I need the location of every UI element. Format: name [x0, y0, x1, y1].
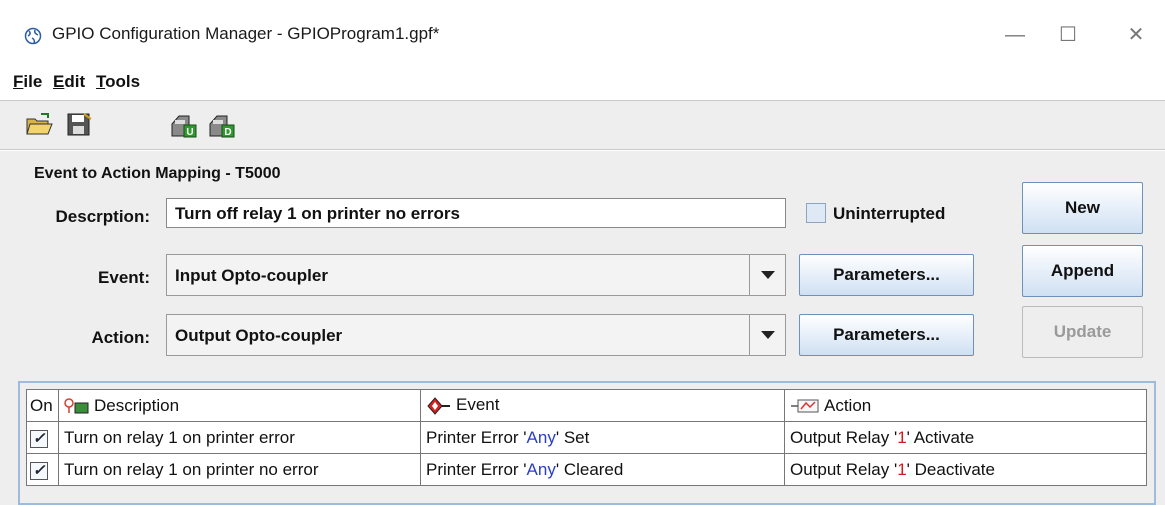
- menu-file[interactable]: File: [13, 72, 42, 92]
- row-action-suffix: ' Deactivate: [906, 459, 995, 479]
- menu-edit[interactable]: Edit: [53, 72, 85, 92]
- update-button: Update: [1022, 306, 1143, 358]
- row-event-text: Printer Error ': [426, 427, 527, 447]
- table-header-row: On Description Event Action: [26, 389, 1147, 422]
- action-parameters-button[interactable]: Parameters...: [799, 314, 974, 356]
- menu-edit-mnemonic: E: [53, 72, 65, 91]
- row-on-cell[interactable]: ✓: [26, 421, 59, 454]
- row-description: Turn on relay 1 on printer no error: [58, 453, 421, 486]
- row-action-highlight: 1: [897, 459, 907, 479]
- column-header-event-label: Event: [456, 395, 500, 415]
- action-label: Action:: [91, 328, 150, 347]
- column-header-event[interactable]: Event: [420, 389, 785, 422]
- column-header-description[interactable]: Description: [58, 389, 421, 422]
- row-event-text: Printer Error ': [426, 459, 527, 479]
- row-enabled-checkbox[interactable]: ✓: [30, 429, 48, 448]
- row-event: Printer Error 'Any' Set: [420, 421, 785, 454]
- action-dropdown[interactable]: Output Opto-coupler: [166, 314, 786, 356]
- row-action-suffix: ' Activate: [906, 427, 975, 447]
- mapping-table-frame: On Description Event Action ✓ Turn on re…: [18, 381, 1156, 505]
- row-event-highlight: Any: [526, 427, 556, 447]
- append-button[interactable]: Append: [1022, 245, 1143, 297]
- event-dropdown-value: Input Opto-coupler: [175, 266, 328, 285]
- action-icon: [791, 399, 819, 413]
- open-folder-icon[interactable]: [24, 110, 54, 140]
- column-header-on[interactable]: On: [26, 389, 59, 422]
- menu-bar: File Edit Tools: [0, 62, 1165, 100]
- row-action: Output Relay '1' Deactivate: [784, 453, 1147, 486]
- menu-edit-label: dit: [64, 72, 86, 91]
- row-action-text: Output Relay ': [790, 427, 898, 447]
- menu-file-label: ile: [23, 72, 43, 91]
- save-icon[interactable]: [64, 110, 94, 140]
- svg-text:U: U: [186, 127, 193, 138]
- row-event-highlight: Any: [526, 459, 556, 479]
- event-parameters-button[interactable]: Parameters...: [799, 254, 974, 296]
- row-action: Output Relay '1' Activate: [784, 421, 1147, 454]
- table-row[interactable]: ✓ Turn on relay 1 on printer error Print…: [26, 421, 1147, 454]
- download-icon[interactable]: D: [207, 110, 237, 140]
- action-dropdown-value: Output Opto-coupler: [175, 326, 343, 345]
- event-label: Event:: [98, 268, 150, 287]
- close-button[interactable]: ✕: [1116, 20, 1156, 50]
- svg-text:D: D: [224, 127, 231, 138]
- row-event: Printer Error 'Any' Cleared: [420, 453, 785, 486]
- title-bar: GPIO Configuration Manager - GPIOProgram…: [0, 0, 1165, 62]
- description-label: Descrption:: [55, 207, 150, 226]
- gpio-config-window: GPIO Configuration Manager - GPIOProgram…: [0, 0, 1165, 505]
- uninterrupted-checkbox-box[interactable]: [806, 203, 826, 223]
- row-event-suffix: ' Set: [555, 427, 590, 447]
- column-header-action-label: Action: [824, 395, 872, 415]
- row-description: Turn on relay 1 on printer error: [58, 421, 421, 454]
- chevron-down-icon[interactable]: [749, 255, 785, 295]
- chevron-down-icon[interactable]: [749, 315, 785, 355]
- description-icon: [64, 398, 89, 414]
- row-enabled-checkbox[interactable]: ✓: [30, 461, 48, 480]
- column-header-description-label: Description: [94, 395, 180, 415]
- table-row[interactable]: ✓ Turn on relay 1 on printer no error Pr…: [26, 453, 1147, 486]
- window-title: GPIO Configuration Manager - GPIOProgram…: [52, 24, 440, 43]
- mapping-table: On Description Event Action ✓ Turn on re…: [26, 389, 1147, 486]
- globe-icon: [24, 27, 42, 45]
- menu-tools-label: ools: [105, 72, 141, 91]
- upload-icon[interactable]: U: [169, 110, 199, 140]
- minimize-button[interactable]: —: [995, 20, 1035, 50]
- event-icon: [427, 396, 450, 415]
- mapping-panel: Event to Action Mapping - T5000 Descrpti…: [0, 151, 1165, 505]
- event-dropdown[interactable]: Input Opto-coupler: [166, 254, 786, 296]
- maximize-button[interactable]: ☐: [1048, 20, 1088, 50]
- menu-tools[interactable]: Tools: [96, 72, 140, 92]
- section-title: Event to Action Mapping - T5000: [34, 165, 281, 182]
- description-input[interactable]: Turn off relay 1 on printer no errors: [166, 198, 786, 228]
- row-event-suffix: ' Cleared: [555, 459, 624, 479]
- row-action-highlight: 1: [897, 427, 907, 447]
- row-action-text: Output Relay ': [790, 459, 898, 479]
- menu-file-mnemonic: F: [13, 72, 24, 91]
- toolbar: U D: [0, 100, 1165, 150]
- new-button[interactable]: New: [1022, 182, 1143, 234]
- menu-tools-mnemonic: T: [96, 72, 106, 91]
- column-header-action[interactable]: Action: [784, 389, 1147, 422]
- uninterrupted-label: Uninterrupted: [833, 204, 946, 223]
- row-on-cell[interactable]: ✓: [26, 453, 59, 486]
